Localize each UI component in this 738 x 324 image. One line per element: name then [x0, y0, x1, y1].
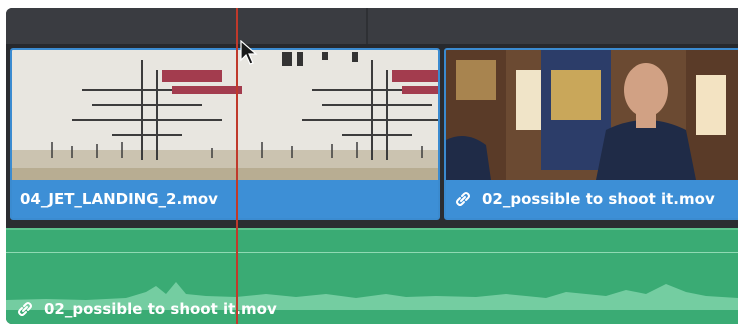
- clip-label: 04_JET_LANDING_2.mov: [12, 180, 438, 218]
- jet-landing-thumbnail-image: [12, 50, 438, 180]
- clip-thumbnail-jet-landing: [12, 50, 438, 180]
- audio-clip-name: 02_possible to shoot it.mov: [44, 300, 277, 318]
- track-divider: [366, 8, 368, 44]
- empty-track-area[interactable]: [6, 8, 738, 44]
- mouse-pointer-icon: [240, 40, 258, 65]
- link-icon: [456, 192, 470, 206]
- playhead[interactable]: [236, 8, 238, 324]
- audio-clip-possible-to-shoot-it[interactable]: 02_possible to shoot it.mov: [6, 228, 738, 324]
- clip-thumbnail-interview: [446, 50, 738, 180]
- timeline[interactable]: 04_JET_LANDING_2.mov 02_possible to shoo…: [0, 0, 738, 324]
- audio-level-line: [6, 252, 738, 253]
- clip-name: 02_possible to shoot it.mov: [482, 190, 715, 208]
- interview-thumbnail-image: [446, 50, 738, 180]
- video-clip-possible-to-shoot-it[interactable]: 02_possible to shoot it.mov: [444, 48, 738, 220]
- clip-name: 04_JET_LANDING_2.mov: [20, 190, 218, 208]
- timeline-panel[interactable]: 04_JET_LANDING_2.mov 02_possible to shoo…: [6, 8, 738, 324]
- clip-label: 02_possible to shoot it.mov: [446, 180, 738, 218]
- link-icon: [18, 302, 32, 316]
- video-clip-jet-landing[interactable]: 04_JET_LANDING_2.mov: [10, 48, 440, 220]
